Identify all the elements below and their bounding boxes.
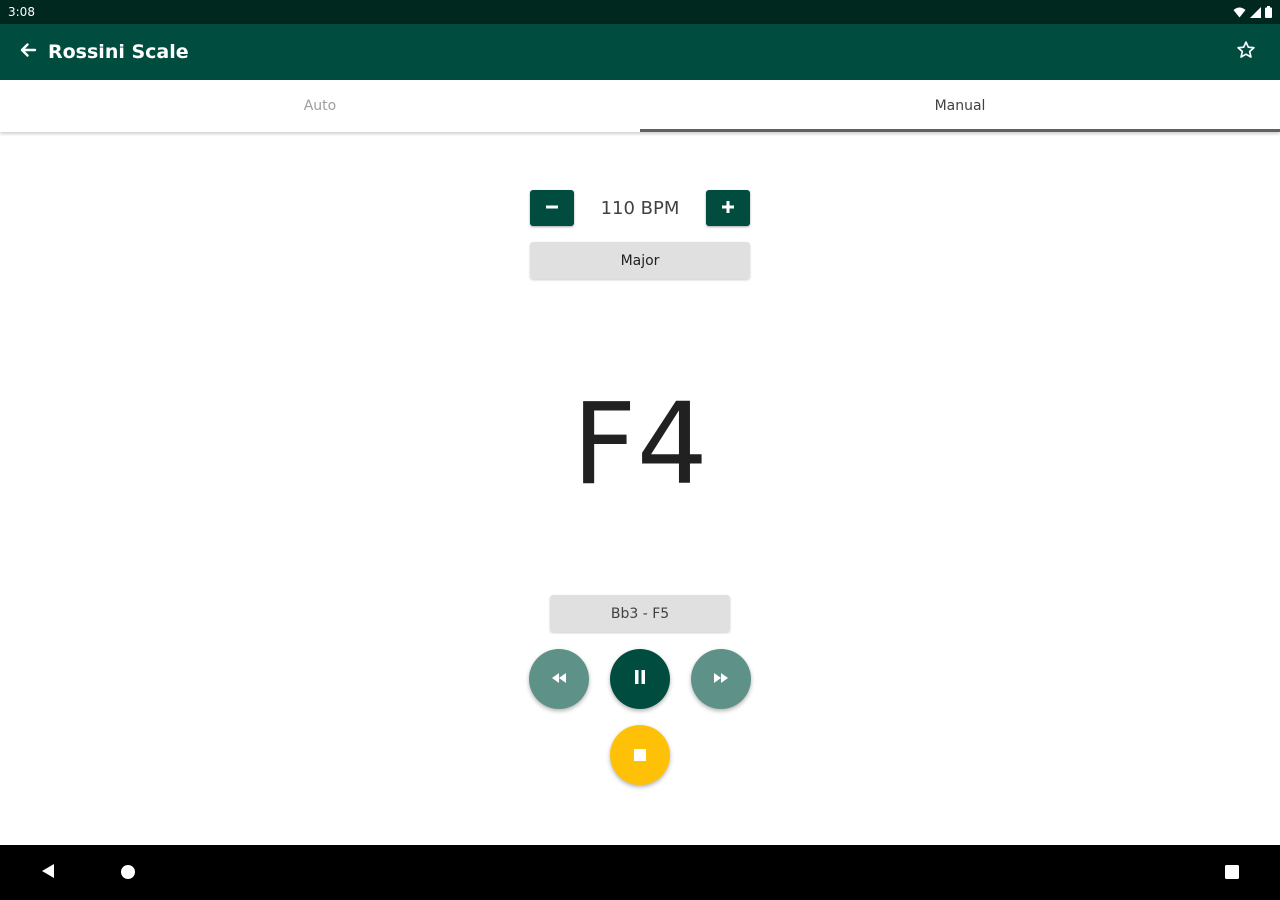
tempo-control: 110 BPM — [530, 190, 750, 226]
stop-icon — [634, 746, 646, 765]
status-time: 3:08 — [8, 5, 35, 19]
plus-icon — [721, 199, 735, 218]
pause-button[interactable] — [610, 649, 670, 709]
scale-type-label: Major — [620, 252, 660, 269]
pause-icon — [633, 669, 647, 689]
rewind-button[interactable] — [529, 649, 589, 709]
battery-icon — [1265, 6, 1272, 18]
status-bar: 3:08 — [0, 0, 1280, 24]
minus-icon — [545, 199, 559, 218]
arrow-left-icon — [19, 41, 37, 63]
wifi-icon — [1233, 7, 1246, 18]
status-icons — [1233, 6, 1272, 18]
tab-auto-label: Auto — [303, 98, 337, 114]
stop-button[interactable] — [610, 725, 670, 785]
decrease-tempo-button[interactable] — [530, 190, 574, 226]
current-note: F4 — [572, 380, 708, 510]
range-button[interactable]: Bb3 - F5 — [550, 595, 730, 632]
range-label: Bb3 - F5 — [610, 605, 670, 622]
app-bar: Rossini Scale — [0, 24, 1280, 80]
star-outline-icon — [1236, 40, 1256, 64]
rewind-icon — [549, 670, 569, 689]
nav-recents-button[interactable] — [1218, 859, 1246, 887]
fast-forward-button[interactable] — [691, 649, 751, 709]
favorite-button[interactable] — [1232, 38, 1260, 66]
app-title: Rossini Scale — [48, 41, 189, 63]
nav-home-button[interactable] — [114, 859, 142, 887]
signal-icon — [1250, 6, 1261, 18]
tab-auto[interactable]: Auto — [0, 80, 640, 132]
tab-manual-label: Manual — [934, 98, 986, 114]
system-nav-bar — [0, 845, 1280, 900]
increase-tempo-button[interactable] — [706, 190, 750, 226]
recents-square-icon — [1225, 864, 1239, 883]
tab-bar: Auto Manual — [0, 80, 1280, 132]
nav-back-button[interactable] — [34, 859, 62, 887]
fast-forward-icon — [711, 670, 731, 689]
tab-manual[interactable]: Manual — [640, 80, 1280, 132]
home-circle-icon — [121, 864, 135, 883]
scale-type-button[interactable]: Major — [530, 242, 750, 279]
back-triangle-icon — [41, 863, 55, 883]
tempo-value: 110 BPM — [600, 197, 680, 219]
